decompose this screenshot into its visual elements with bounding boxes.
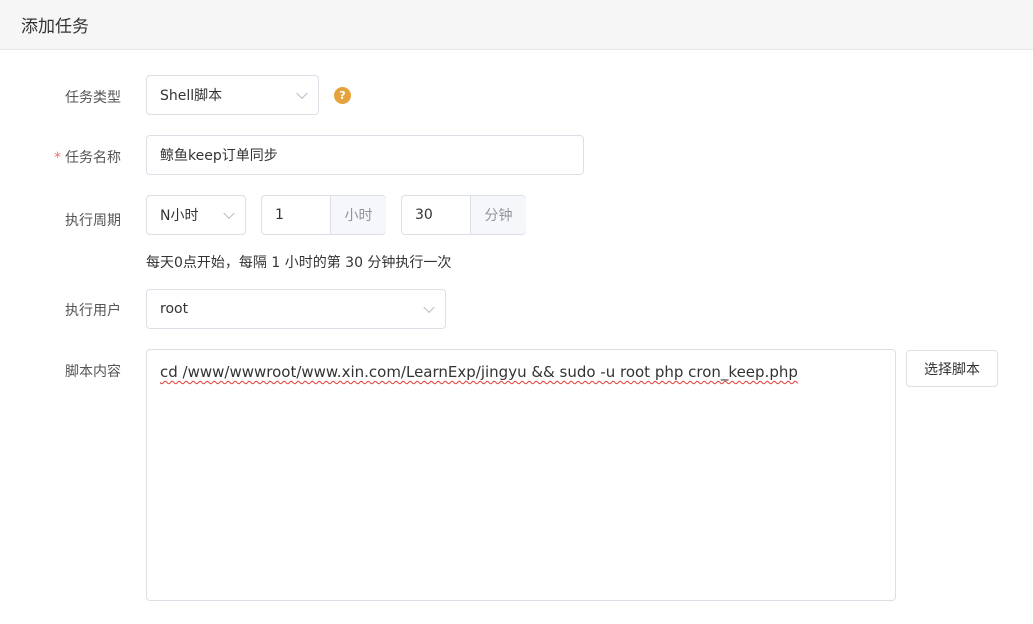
chevron-down-icon: [223, 207, 235, 220]
task-name-label: * 任务名称: [54, 147, 121, 167]
task-type-value: Shell脚本: [160, 88, 223, 104]
period-label: 执行周期: [65, 213, 121, 229]
choose-script-button[interactable]: 选择脚本: [906, 350, 998, 387]
required-mark: *: [54, 150, 61, 166]
period-mode-select[interactable]: N小时: [146, 195, 246, 235]
period-hint: 每天0点开始，每隔 1 小时的第 30 分钟执行一次: [146, 255, 452, 271]
script-textarea[interactable]: cd /www/wwwroot/www.xin.com/LearnExp/jin…: [146, 349, 896, 601]
period-mode-value: N小时: [160, 208, 199, 224]
hours-input-group[interactable]: 1 小时: [261, 195, 386, 235]
script-content: cd /www/wwwroot/www.xin.com/LearnExp/jin…: [160, 363, 798, 381]
user-value: root: [160, 301, 189, 317]
task-name-value: 鲸鱼keep订单同步: [160, 148, 278, 164]
user-select[interactable]: root: [146, 289, 446, 329]
task-type-label: 任务类型: [65, 90, 121, 106]
chevron-down-icon: [423, 301, 435, 314]
user-label: 执行用户: [65, 303, 121, 319]
task-name-label-text: 任务名称: [65, 150, 121, 166]
script-label: 脚本内容: [65, 364, 121, 380]
page-header: 添加任务: [0, 0, 1033, 50]
help-icon[interactable]: ?: [334, 87, 351, 104]
minutes-unit: 分钟: [470, 196, 526, 234]
minutes-input-group[interactable]: 30 分钟: [401, 195, 526, 235]
chevron-down-icon: [296, 87, 308, 100]
minutes-value[interactable]: 30: [415, 207, 433, 223]
page-title: 添加任务: [21, 17, 89, 37]
hours-value[interactable]: 1: [275, 207, 284, 223]
task-type-select[interactable]: Shell脚本: [146, 75, 319, 115]
task-name-input[interactable]: 鲸鱼keep订单同步: [146, 135, 584, 175]
hours-unit: 小时: [330, 196, 386, 234]
